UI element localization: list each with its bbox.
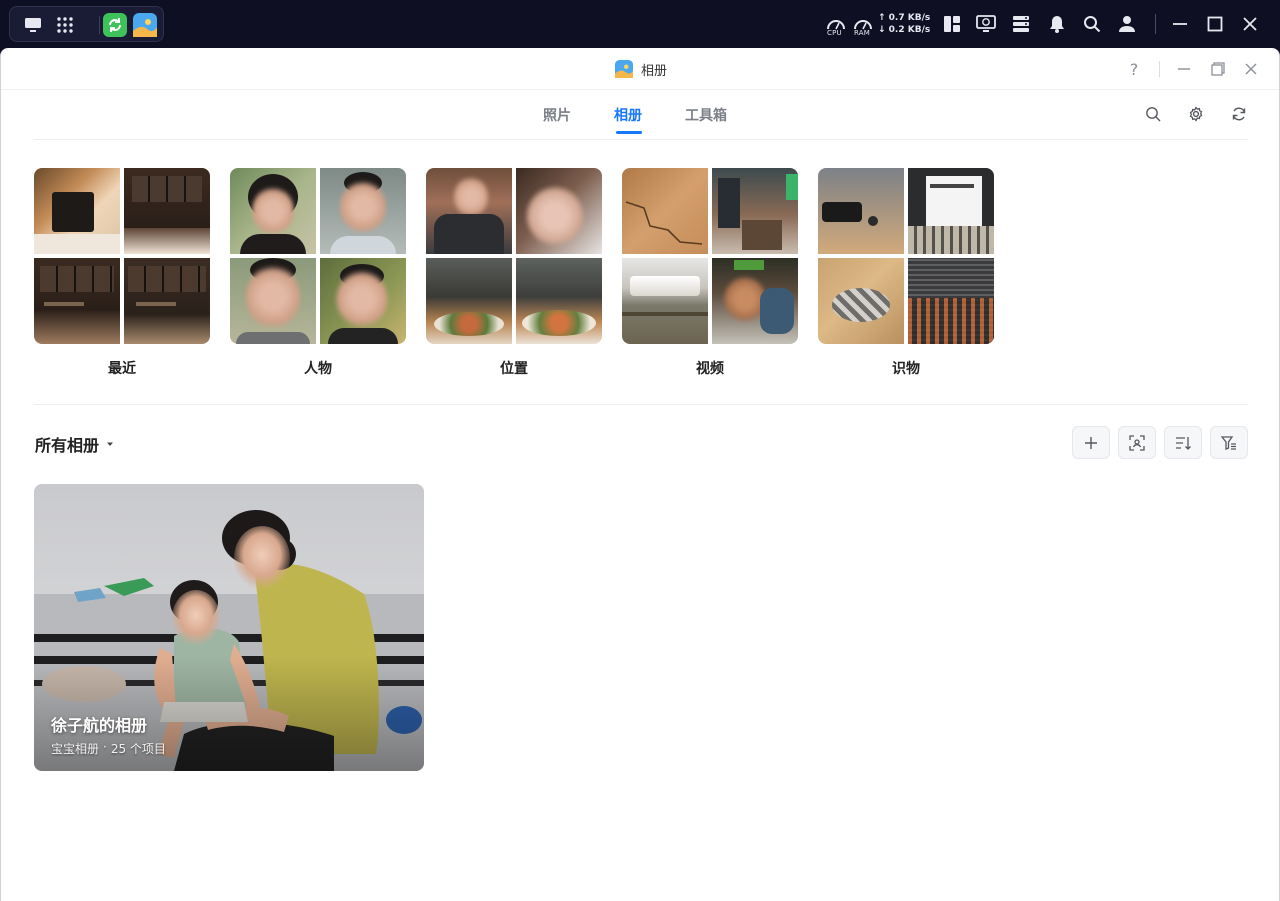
app-title: 相册 [615,60,668,79]
album-type: 宝宝相册 [51,742,100,756]
sort-icon [1176,436,1191,450]
monitor-icon[interactable] [975,10,997,38]
app-title-text: 相册 [641,63,668,79]
category-recent-thumbnails [34,168,210,344]
thumbnail [712,168,798,254]
maximize-icon[interactable] [1204,10,1226,38]
system-taskbar: CPU RAM ↑ 0.7 KB/s ↓ 0.2 KB/s [0,0,1280,48]
album-meta-separator: · [103,740,107,754]
refresh-icon[interactable] [1230,105,1248,123]
upload-speed: ↑ 0.7 KB/s [878,13,931,23]
category-places[interactable]: 位置 [426,168,602,378]
thumbnail [230,168,316,254]
album-item-count: 25 个项目 [110,742,166,756]
titlebar-separator [1159,61,1160,77]
add-icon [1085,436,1097,449]
thumbnail [622,168,708,254]
sort-button[interactable] [1164,426,1202,459]
window-minimize-icon[interactable] [1173,58,1195,80]
active-tab-indicator [616,131,642,134]
settings-icon[interactable] [1187,105,1205,123]
category-objects-thumbnails [818,168,994,344]
section-divider [34,404,1248,405]
thumbnail [124,258,210,344]
album-name: 徐子航的相册 [51,716,148,735]
thumbnail [320,168,406,254]
category-objects[interactable]: 识物 [818,168,994,378]
thumbnail [230,258,316,344]
thumbnail [516,168,602,254]
download-speed: ↓ 0.2 KB/s [878,25,931,35]
category-label: 识物 [892,361,920,377]
user-icon[interactable] [1116,10,1138,38]
network-speed: ↑ 0.7 KB/s ↓ 0.2 KB/s [878,12,930,36]
widget-icon[interactable] [941,10,963,38]
category-videos-thumbnails [622,168,798,344]
minimize-icon[interactable] [1169,10,1191,38]
category-label: 位置 [500,361,528,377]
thumbnail [818,258,904,344]
face-scan-button[interactable] [1118,426,1156,459]
thumbnail [712,258,798,344]
photos-app-icon [615,60,633,78]
desktop-icon[interactable] [20,12,46,38]
close-icon[interactable] [1239,10,1261,38]
search-icon[interactable] [1144,105,1162,123]
help-button[interactable]: ? [1123,58,1145,80]
category-people-thumbnails [230,168,406,344]
category-places-thumbnails [426,168,602,344]
all-albums-label: 所有相册 [35,436,100,455]
thumbnail [34,168,120,254]
album-card[interactable]: 徐子航的相册 宝宝相册 · 25 个项目 [34,484,424,771]
tab-divider [34,139,1248,140]
face-scan-icon [1129,434,1145,451]
thumbnail [908,258,994,344]
caret-down-icon [107,442,114,446]
thumbnail [320,258,406,344]
thumbnail [426,168,512,254]
category-videos[interactable]: 视频 [622,168,798,378]
ram-label: RAM [854,29,871,37]
thumbnail [34,258,120,344]
window-close-icon[interactable] [1240,58,1262,80]
thumbnail [426,258,512,344]
all-albums-dropdown[interactable]: 所有相册 [35,432,115,456]
app-grid-icon[interactable] [52,12,78,38]
bell-icon[interactable] [1046,10,1068,38]
photos-app-window: 相册 ? 照片 相册 工具箱 最近 人物 位置 视频 识物 所有相册 徐子航的相… [0,48,1280,901]
window-titlebar: 相册 ? [1,48,1279,90]
tab-albums[interactable]: 相册 [614,105,642,125]
thumbnail [818,168,904,254]
thumbnail [908,168,994,254]
storage-icon[interactable] [1010,10,1032,38]
cpu-label: CPU [827,29,842,37]
thumbnail [516,258,602,344]
sync-app-icon[interactable] [102,12,128,38]
filter-button[interactable] [1210,426,1248,459]
search-icon[interactable] [1081,10,1103,38]
album-meta: 宝宝相册 · 25 个项目 [51,740,166,757]
tray-separator [1155,14,1156,34]
category-people[interactable]: 人物 [230,168,406,378]
thumbnail [622,258,708,344]
category-recent[interactable]: 最近 [34,168,210,378]
category-label: 视频 [696,361,724,377]
thumbnail [124,168,210,254]
filter-icon [1221,435,1236,450]
window-restore-icon[interactable] [1207,58,1229,80]
tab-photos[interactable]: 照片 [543,105,571,125]
tab-toolbox[interactable]: 工具箱 [685,105,727,125]
dock-separator [99,16,100,34]
category-label: 最近 [108,361,136,377]
add-album-button[interactable] [1072,426,1110,459]
dock [9,6,164,42]
category-label: 人物 [304,361,332,377]
photos-app-icon[interactable] [132,12,158,38]
